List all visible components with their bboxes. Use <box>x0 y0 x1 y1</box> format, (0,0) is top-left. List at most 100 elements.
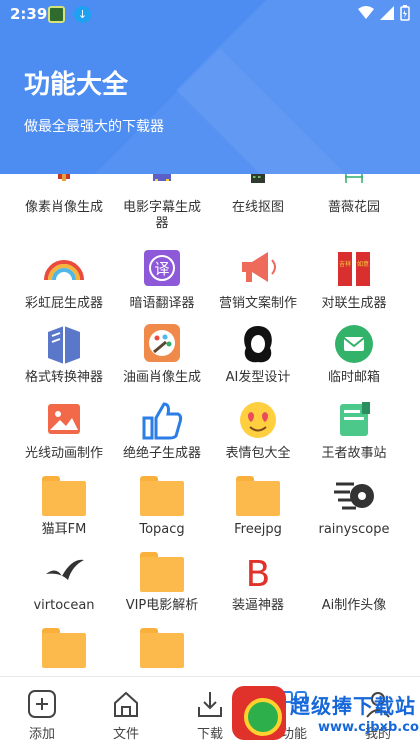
svg-text:吉祥: 吉祥 <box>339 260 351 268</box>
add-icon <box>28 690 56 718</box>
photo-icon <box>48 404 80 434</box>
status-time: 2:39 <box>10 5 48 23</box>
feature-label: Ai制作头像 <box>321 598 387 613</box>
feature-ai-hairstyle[interactable]: AI发型设计 <box>206 324 310 386</box>
feature-folder-item[interactable] <box>12 628 116 668</box>
feature-grid: 像素肖像生成 电影字幕生成 器 在线抠图 蔷薇花园 彩虹屁生成器 译 暗语翻译器… <box>0 174 420 676</box>
translate-icon: 译 <box>144 250 180 286</box>
feature-rainbow-fart[interactable]: 彩虹屁生成器 <box>12 250 116 312</box>
feature-label: 油画肖像生成 <box>122 370 201 385</box>
folder-icon <box>42 628 86 668</box>
mail-icon <box>335 325 373 363</box>
feature-movie-subtitle[interactable]: 电影字幕生成 器 <box>110 174 214 232</box>
page-subtitle: 做最全最强大的下载器 <box>24 119 164 135</box>
tab-add[interactable]: 添加 <box>12 689 72 742</box>
feature-label: 临时邮箱 <box>327 370 380 385</box>
tab-files[interactable]: 文件 <box>96 689 156 742</box>
feature-label: 暗语翻译器 <box>129 296 195 311</box>
feature-label: 表情包大全 <box>225 446 291 461</box>
site-watermark: 超级捧下载站 www.cjbxb.com <box>232 686 420 744</box>
watermark-url: www.cjbxb.com <box>318 720 420 735</box>
feature-label: 在线抠图 <box>231 200 284 215</box>
feature-couplet-generator[interactable]: 吉祥 如意 对联生成器 <box>302 250 406 312</box>
svg-text:B: B <box>246 554 271 592</box>
wifi-icon <box>358 6 374 19</box>
app-notification-icon <box>48 6 65 23</box>
download-icon <box>198 692 222 717</box>
tab-label: 文件 <box>112 727 139 742</box>
feature-maoer-fm[interactable]: 猫耳FM <box>12 476 116 538</box>
feature-label: 王者故事站 <box>321 446 387 461</box>
svg-text:译: 译 <box>154 260 169 278</box>
feature-rainyscope[interactable]: rainyscope <box>302 476 406 538</box>
tab-label: 添加 <box>28 727 55 742</box>
feature-freejpg[interactable]: Freejpg <box>206 476 310 538</box>
bird-icon <box>46 559 84 580</box>
svg-text:如意: 如意 <box>357 260 369 268</box>
status-icons <box>358 5 410 21</box>
feature-label: VIP电影解析 <box>125 598 199 613</box>
pixel-art-icon <box>58 174 70 181</box>
avatar-icon-placeholder <box>302 552 406 592</box>
feature-label: Freejpg <box>234 522 282 537</box>
watermark-text: 超级捧下载站 <box>290 694 416 718</box>
couplet-icon: 吉祥 如意 <box>338 252 370 286</box>
feature-label: 蔷薇花园 <box>327 200 380 215</box>
download-notification-icon: ↓ <box>74 6 91 23</box>
folder-icon <box>140 552 184 592</box>
palette-icon <box>144 324 180 362</box>
feature-label: 绝绝子生成器 <box>122 446 201 461</box>
feature-label: 装逼神器 <box>231 598 284 613</box>
feature-temp-email[interactable]: 临时邮箱 <box>302 324 406 386</box>
feature-secret-translator[interactable]: 译 暗语翻译器 <box>110 250 214 312</box>
feature-light-animation[interactable]: 光线动画制作 <box>12 400 116 462</box>
feature-topacg[interactable]: Topacg <box>110 476 214 538</box>
feature-oil-portrait[interactable]: 油画肖像生成 <box>110 324 214 386</box>
hair-icon <box>244 326 272 363</box>
feature-show-off-tool[interactable]: B 装逼神器 <box>206 552 310 614</box>
feature-rose-garden[interactable]: 蔷薇花园 <box>302 174 406 216</box>
feature-format-converter[interactable]: 格式转换神器 <box>12 324 116 386</box>
folder-icon <box>42 476 86 516</box>
cutout-icon <box>251 174 265 183</box>
feature-label: 格式转换神器 <box>24 370 103 385</box>
folder-icon <box>140 628 184 668</box>
feature-label: virtocean <box>33 598 95 613</box>
folder-icon <box>236 476 280 516</box>
feature-virtocean[interactable]: virtocean <box>12 552 116 614</box>
tab-download[interactable]: 下载 <box>180 689 240 742</box>
feature-ai-avatar[interactable]: Ai制作头像 <box>302 552 406 614</box>
feature-king-story[interactable]: 王者故事站 <box>302 400 406 462</box>
feature-label: 电影字幕生成 器 <box>122 200 201 231</box>
feature-meme-collection[interactable]: 表情包大全 <box>206 400 310 462</box>
feature-folder-item[interactable] <box>110 628 214 668</box>
feature-label: 营销文案制作 <box>218 296 297 311</box>
megaphone-icon <box>242 252 276 282</box>
feature-label: 猫耳FM <box>41 522 87 537</box>
feature-vip-movie-parse[interactable]: VIP电影解析 <box>110 552 214 614</box>
header: 2:39 ↓ 功能大全 做最全最强大的下载器 <box>0 0 420 174</box>
speed-icon <box>334 482 374 510</box>
home-icon <box>114 691 138 717</box>
emoji-icon <box>240 402 276 438</box>
folder-icon <box>140 476 184 516</box>
feature-online-cutout[interactable]: 在线抠图 <box>206 174 310 216</box>
feature-juejuezi-generator[interactable]: 绝绝子生成器 <box>110 400 214 462</box>
b-letter-icon: B <box>246 554 271 592</box>
feature-pixel-portrait[interactable]: 像素肖像生成 <box>12 174 116 216</box>
story-icon <box>340 402 370 436</box>
film-icon <box>153 174 171 181</box>
feature-label: Topacg <box>139 522 185 537</box>
page-title: 功能大全 <box>24 70 129 100</box>
watermark-logo-icon <box>232 686 286 740</box>
feature-label: AI发型设计 <box>225 370 291 385</box>
tab-label: 下载 <box>196 727 223 742</box>
status-bar: 2:39 ↓ <box>0 0 420 28</box>
fence-icon <box>345 174 363 183</box>
feature-label: 对联生成器 <box>321 296 387 311</box>
feature-label: 光线动画制作 <box>24 446 103 461</box>
feature-label: 彩虹屁生成器 <box>24 296 103 311</box>
feature-marketing-copy[interactable]: 营销文案制作 <box>206 250 310 312</box>
feature-label: rainyscope <box>318 522 390 537</box>
thumbs-up-icon <box>142 402 183 440</box>
